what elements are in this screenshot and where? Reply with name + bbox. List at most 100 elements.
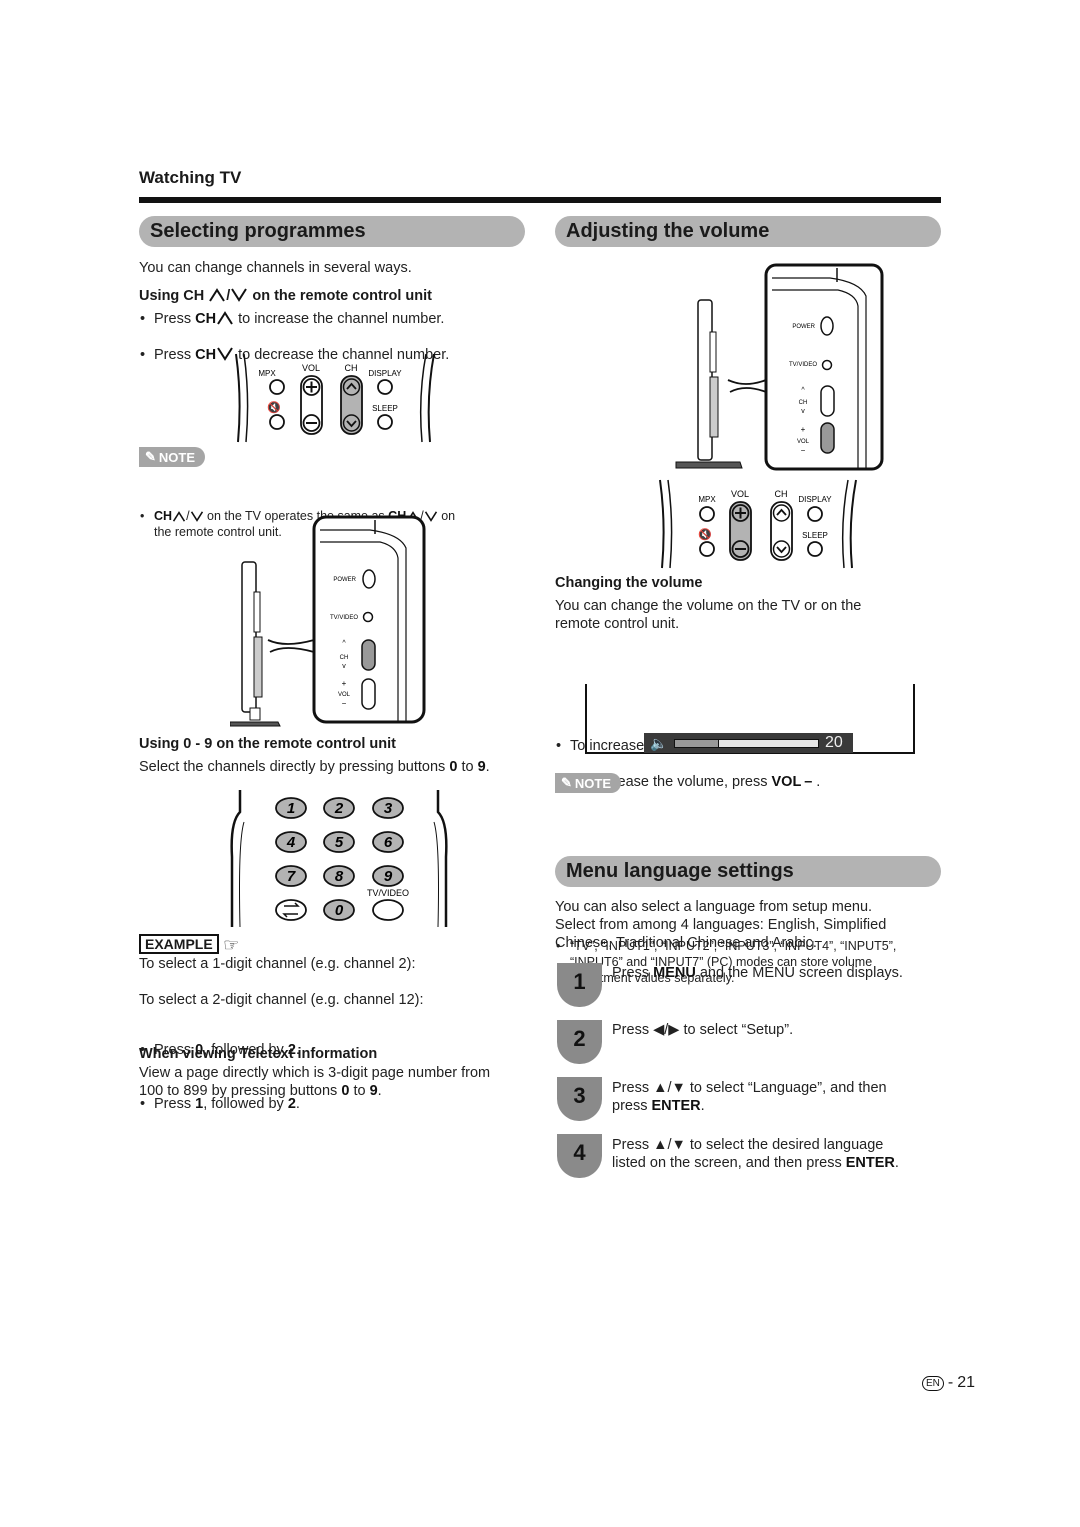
- language-badge: EN: [922, 1375, 944, 1391]
- tvvideo-label: TV/VIDEO: [367, 888, 409, 898]
- svg-text:−: −: [801, 446, 806, 455]
- step-3-number: 3: [557, 1077, 602, 1121]
- svg-text:DISPLAY: DISPLAY: [798, 495, 832, 504]
- key-5-label: 5: [335, 834, 344, 851]
- chevron-down-icon: [190, 511, 203, 522]
- chevron-up-icon: [172, 511, 186, 522]
- svg-text:MPX: MPX: [698, 495, 716, 504]
- ch-heading: Using CH / on the remote control unit: [139, 288, 432, 304]
- teletext-line2: 100 to 899 by pressing buttons 0 to 9.: [139, 1083, 382, 1099]
- svg-text:−: −: [342, 699, 347, 708]
- tvvideo-key: [372, 899, 404, 921]
- changing-volume-text1: You can change the volume on the TV or o…: [555, 598, 862, 614]
- key-3-label: 3: [384, 800, 393, 817]
- key-4-label: 4: [286, 834, 296, 851]
- menu-language-intro2: Select from among 4 languages: English, …: [555, 917, 887, 933]
- note-badge: ✎ NOTE: [139, 447, 206, 467]
- page-footer: EN - 21: [922, 1374, 975, 1392]
- paperclip-icon: ✎: [561, 775, 572, 790]
- mute-icon: 🔇: [698, 528, 712, 541]
- ch-heading-prefix: Using CH: [139, 288, 205, 304]
- example-badge: EXAMPLE ☞: [139, 934, 239, 956]
- svg-text:POWER: POWER: [333, 577, 356, 583]
- remote-vol-illustration: MPX 🔇 VOL CH DISPLAY SLEEP: [659, 479, 857, 569]
- page-number: 21: [957, 1374, 976, 1391]
- volume-value: 20: [825, 734, 843, 751]
- example-line2: To select a 2-digit channel (e.g. channe…: [139, 992, 424, 1008]
- volume-level-bar: [674, 738, 819, 748]
- svg-text:v: v: [801, 408, 805, 415]
- sleep-button: [377, 414, 393, 430]
- svg-text:TV/VIDEO: TV/VIDEO: [789, 362, 817, 368]
- vol-label: VOL: [302, 363, 320, 373]
- key-2-label: 2: [334, 800, 344, 817]
- svg-text:TV/VIDEO: TV/VIDEO: [330, 615, 358, 621]
- tv-side-panel-vol-illustration: POWER TV/VIDEO ^ CH v + VOL −: [675, 263, 884, 471]
- tv-video-button: [362, 611, 374, 623]
- svg-text:VOL: VOL: [797, 439, 810, 445]
- chevron-down-icon: [231, 288, 248, 302]
- key-9-label: 9: [384, 868, 393, 885]
- step-4-number: 4: [557, 1134, 602, 1178]
- digits-heading: Using 0 - 9 on the remote control unit: [139, 736, 396, 752]
- teletext-heading: When viewing Teletext information: [139, 1046, 378, 1062]
- step-2-number: 2: [557, 1020, 602, 1064]
- display-button: [377, 379, 393, 395]
- menu-language-intro3: Chinese, Traditional Chinese and Arabic.: [555, 935, 817, 951]
- key-6-label: 6: [384, 834, 393, 851]
- ch-heading-suffix: on the remote control unit: [252, 288, 432, 304]
- paperclip-icon: ✎: [145, 449, 156, 464]
- digits-text: Select the channels directly by pressing…: [139, 759, 490, 775]
- tv-ch-rocker: [361, 639, 376, 671]
- flashback-key: [275, 899, 307, 921]
- mute-icon: 🔇: [267, 401, 281, 414]
- step-4-text: Press ▲/▼ to select the desired language…: [612, 1137, 899, 1171]
- pointing-hand-icon: ☞: [223, 935, 240, 955]
- adjusting-volume-heading: Adjusting the volume: [555, 216, 941, 247]
- volume-bullet-decrease: To decrease the volume, press VOL – .: [555, 773, 1080, 791]
- speaker-icon: 🔈: [650, 734, 668, 751]
- left-right-arrows-icon: ◀/▶: [653, 1022, 680, 1038]
- teletext-line1: View a page directly which is 3-digit pa…: [139, 1065, 491, 1081]
- volume-note-badge: ✎ NOTE: [555, 773, 622, 793]
- section-label: Watching TV: [139, 168, 242, 187]
- sleep-label: SLEEP: [372, 404, 398, 413]
- step-2-text: Press ◀/▶ to select “Setup”.: [612, 1022, 794, 1038]
- svg-text:VOL: VOL: [338, 692, 351, 698]
- svg-text:SLEEP: SLEEP: [802, 531, 828, 540]
- svg-text:CH: CH: [799, 400, 808, 406]
- selecting-intro: You can change channels in several ways.: [139, 260, 412, 276]
- chevron-up-icon: [217, 311, 233, 325]
- step-1-number: 1: [557, 963, 602, 1007]
- ch-bullet-increase: Press CH to increase the channel number.: [139, 310, 1080, 328]
- key-1-label: 1: [287, 800, 295, 817]
- selecting-programmes-heading: Selecting programmes: [139, 216, 525, 247]
- menu-language-heading: Menu language settings: [555, 856, 941, 887]
- tv-vol-rocker: [361, 678, 376, 710]
- remote-ch-illustration: MPX 🔇 VOL CH DISPLAY SLEEP: [235, 353, 435, 443]
- svg-text:POWER: POWER: [792, 324, 815, 330]
- step-3-text: Press ▲/▼ to select “Language”, and then…: [612, 1080, 887, 1114]
- tv-side-panel-ch-illustration: POWER TV/VIDEO ^ CH v + VOL −: [230, 515, 426, 727]
- step-1-text: Press MENU and the MENU screen displays.: [612, 965, 903, 981]
- up-down-arrows-icon: ▲/▼: [653, 1080, 686, 1096]
- header-rule: [139, 197, 941, 203]
- mute-button: [269, 414, 285, 430]
- keypad-illustration: 1 2 3 4 5 6 7 8 9 0 TV/VIDEO: [230, 790, 448, 928]
- svg-text:CH: CH: [340, 655, 349, 661]
- key-8-label: 8: [335, 868, 344, 885]
- svg-text:VOL: VOL: [731, 489, 749, 499]
- key-0-label: 0: [335, 902, 344, 919]
- chevron-up-icon: [209, 288, 226, 302]
- example-line1: To select a 1-digit channel (e.g. channe…: [139, 956, 416, 972]
- svg-text:v: v: [342, 663, 346, 670]
- page-separator: -: [947, 1374, 954, 1391]
- ch-label: CH: [345, 363, 358, 373]
- menu-language-intro1: You can also select a language from setu…: [555, 899, 873, 915]
- svg-text:+: +: [342, 679, 347, 688]
- key-7-label: 7: [287, 868, 296, 885]
- volume-level-fill: [675, 739, 719, 747]
- changing-volume-heading: Changing the volume: [555, 575, 703, 591]
- svg-text:CH: CH: [775, 489, 788, 499]
- mpx-button: [269, 379, 285, 395]
